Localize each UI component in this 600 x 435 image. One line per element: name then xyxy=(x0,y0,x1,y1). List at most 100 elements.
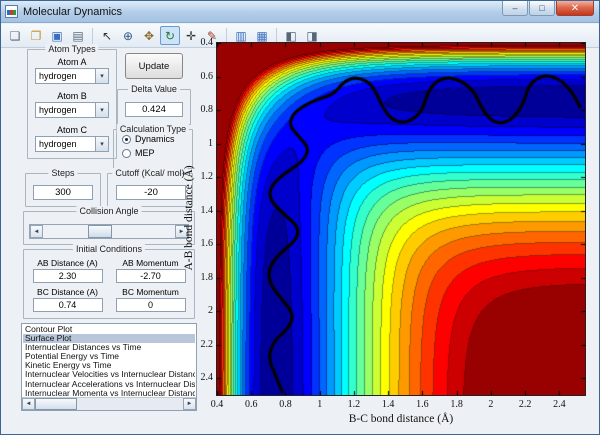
radio-label: MEP xyxy=(135,148,155,158)
list-item[interactable]: Potential Energy vs Time xyxy=(23,352,195,361)
rotate-3d-icon[interactable]: ↻ xyxy=(160,26,180,45)
radio-icon xyxy=(122,149,131,158)
hscroll-right-arrow-icon[interactable]: ► xyxy=(183,398,196,410)
atom-a-dropdown[interactable]: hydrogen ▾ xyxy=(35,68,109,84)
maximize-button[interactable]: □ xyxy=(529,1,555,16)
bc-distance-input[interactable]: 0.74 xyxy=(33,298,103,312)
edit-pointer-icon[interactable]: ↖ xyxy=(97,26,117,45)
y-tick-label: 2 xyxy=(185,305,213,316)
list-item[interactable]: Internuclear Velocities vs Internuclear … xyxy=(23,370,195,379)
ab-distance-label: AB Distance (A) xyxy=(28,258,107,268)
update-button[interactable]: Update xyxy=(125,53,183,79)
atom-a-label: Atom A xyxy=(28,57,116,67)
minimize-button[interactable]: – xyxy=(502,1,528,16)
atom-b-value: hydrogen xyxy=(39,105,77,115)
cutoff-group: Cutoff (Kcal/ mol) -20 xyxy=(107,173,193,207)
ab-distance-cell: AB Distance (A)2.30 xyxy=(28,254,107,283)
slider-left-arrow-icon[interactable]: ◄ xyxy=(30,225,43,238)
window-title: Molecular Dynamics xyxy=(23,6,122,18)
y-tick-label: 0.4 xyxy=(185,37,213,48)
delta-value-input[interactable]: 0.424 xyxy=(125,102,183,117)
pan-hand-icon[interactable]: ✥ xyxy=(139,26,159,45)
app-icon xyxy=(5,5,18,18)
x-tick-label: 1.4 xyxy=(373,399,403,410)
radio-icon xyxy=(122,135,131,144)
slider-track[interactable] xyxy=(43,225,175,238)
list-item[interactable]: Internuclear Distances vs Time xyxy=(23,343,195,352)
hscroll-left-arrow-icon[interactable]: ◄ xyxy=(22,398,35,410)
x-tick-label: 0.6 xyxy=(236,399,266,410)
x-tick-label: 0.4 xyxy=(202,399,232,410)
collision-angle-title: Collision Angle xyxy=(76,206,141,216)
y-axis-label: A-B bond distance (Å) xyxy=(183,165,195,270)
steps-input[interactable]: 300 xyxy=(33,185,93,200)
app-window: Molecular Dynamics – □ ✕ ❏❐▣▤↖⊕✥↻✛✎▥▦◧◨ … xyxy=(0,0,600,435)
list-item[interactable]: Surface Plot xyxy=(23,334,195,343)
ab-momentum-cell: AB Momentum-2.70 xyxy=(111,254,190,283)
dropdown-arrow-icon[interactable]: ▾ xyxy=(95,103,108,117)
collision-angle-group: Collision Angle ◄ ► xyxy=(23,211,195,245)
ab-distance-input[interactable]: 2.30 xyxy=(33,269,103,283)
hscroll-track[interactable] xyxy=(35,398,183,410)
print-icon[interactable]: ▤ xyxy=(68,26,88,45)
calculation-type-title: Calculation Type xyxy=(117,124,189,134)
dropdown-arrow-icon[interactable]: ▾ xyxy=(95,137,108,151)
potential-surface-contour-plot[interactable] xyxy=(216,42,586,396)
x-tick-label: 1.2 xyxy=(339,399,369,410)
radio-dynamics[interactable]: Dynamics xyxy=(122,134,192,144)
cutoff-input[interactable]: -20 xyxy=(116,185,186,200)
radio-label: Dynamics xyxy=(135,134,175,144)
y-tick-label: 0.8 xyxy=(185,104,213,115)
radio-mep[interactable]: MEP xyxy=(122,148,192,158)
titlebar[interactable]: Molecular Dynamics – □ ✕ xyxy=(1,1,599,23)
atom-b-label: Atom B xyxy=(28,91,116,101)
cutoff-title: Cutoff (Kcal/ mol) xyxy=(112,168,187,178)
atom-c-dropdown[interactable]: hydrogen▾ xyxy=(35,136,109,152)
dropdown-arrow-icon[interactable]: ▾ xyxy=(95,69,108,83)
bc-momentum-cell: BC Momentum0 xyxy=(111,283,190,312)
list-item[interactable]: Internuclear Accelerations vs Internucle… xyxy=(23,380,195,389)
bc-momentum-label: BC Momentum xyxy=(111,287,190,297)
x-tick-label: 0.8 xyxy=(270,399,300,410)
hscroll-thumb[interactable] xyxy=(35,398,77,410)
x-tick-label: 1 xyxy=(305,399,335,410)
open-folder-icon[interactable]: ❐ xyxy=(26,26,46,45)
calculation-type-group: Calculation Type DynamicsMEP xyxy=(113,129,193,169)
bc-momentum-input[interactable]: 0 xyxy=(116,298,186,312)
initial-conditions-title: Initial Conditions xyxy=(73,244,145,254)
y-tick-label: 0.6 xyxy=(185,71,213,82)
x-axis-label: B-C bond distance (Å) xyxy=(216,413,586,425)
listbox-hscrollbar[interactable]: ◄ ► xyxy=(22,397,196,410)
plot-type-listbox[interactable]: Contour PlotSurface PlotInternuclear Dis… xyxy=(21,323,197,411)
atom-a-value: hydrogen xyxy=(39,71,77,81)
y-tick-label: 1.8 xyxy=(185,272,213,283)
steps-title: Steps xyxy=(48,168,77,178)
atom-c-label: Atom C xyxy=(28,125,116,135)
close-button[interactable]: ✕ xyxy=(556,1,594,16)
delta-value-title: Delta Value xyxy=(128,84,180,94)
atom-b-dropdown[interactable]: hydrogen ▾ xyxy=(35,102,109,118)
initial-conditions-group: Initial Conditions AB Distance (A)2.30AB… xyxy=(23,249,195,319)
x-tick-label: 2.4 xyxy=(544,399,574,410)
bc-distance-label: BC Distance (A) xyxy=(28,287,107,297)
list-item[interactable]: Internuclear Momenta vs Internuclear Dis… xyxy=(23,389,195,396)
x-tick-label: 1.6 xyxy=(407,399,437,410)
steps-group: Steps 300 xyxy=(25,173,101,207)
x-tick-label: 2 xyxy=(476,399,506,410)
new-document-icon[interactable]: ❏ xyxy=(5,26,25,45)
collision-angle-slider[interactable]: ◄ ► xyxy=(29,224,189,239)
zoom-in-icon[interactable]: ⊕ xyxy=(118,26,138,45)
atom-types-group: Atom Types Atom Ahydrogen▾Atom Bhydrogen… xyxy=(27,49,117,159)
y-tick-label: 2.2 xyxy=(185,339,213,350)
toolbar-separator xyxy=(92,28,93,44)
y-tick-label: 2.4 xyxy=(185,372,213,383)
delta-value-group: Delta Value 0.424 xyxy=(117,89,191,125)
list-item[interactable]: Kinetic Energy vs Time xyxy=(23,361,195,370)
list-item[interactable]: Contour Plot xyxy=(23,325,195,334)
ab-momentum-label: AB Momentum xyxy=(111,258,190,268)
slider-thumb[interactable] xyxy=(88,225,112,238)
window-controls: – □ ✕ xyxy=(501,1,594,16)
save-icon[interactable]: ▣ xyxy=(47,26,67,45)
x-tick-label: 2.2 xyxy=(510,399,540,410)
ab-momentum-input[interactable]: -2.70 xyxy=(116,269,186,283)
